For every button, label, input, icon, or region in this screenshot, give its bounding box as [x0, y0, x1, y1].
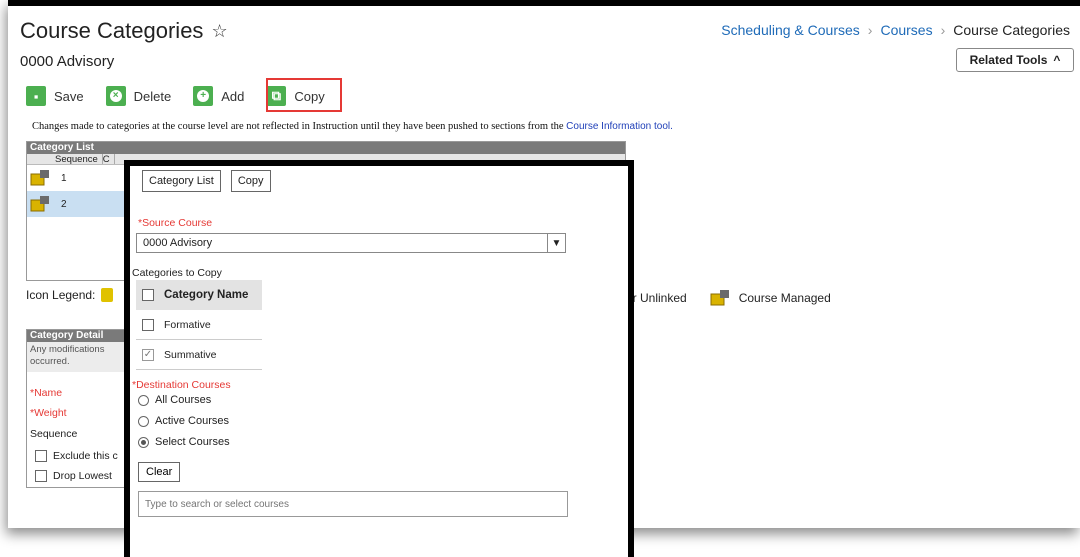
drop-lowest-label: Drop Lowest	[53, 470, 112, 482]
active-courses-radio-row[interactable]: Active Courses	[138, 415, 229, 427]
select-all-checkbox[interactable]	[142, 289, 154, 301]
star-icon[interactable]: ☆	[211, 21, 227, 42]
select-courses-radio-row[interactable]: Select Courses	[138, 436, 230, 448]
categories-header: Category Name	[136, 280, 262, 310]
legend-label: Icon Legend:	[26, 288, 96, 302]
exclude-checkbox-row[interactable]: Exclude this c	[35, 450, 118, 462]
page-title: Course Categories ☆	[20, 18, 228, 44]
category-name-header: Category Name	[164, 289, 249, 301]
delete-icon: ×	[105, 86, 126, 106]
list-item[interactable]: Formative	[136, 310, 262, 340]
destination-courses-label: *Destination Courses	[132, 379, 231, 391]
column-c[interactable]: C	[103, 154, 115, 165]
name-label: *Name	[30, 387, 63, 399]
source-course-label: *Source Course	[138, 217, 213, 229]
select-courses-label: Select Courses	[155, 436, 230, 448]
add-icon: +	[193, 86, 214, 106]
all-courses-label: All Courses	[155, 394, 212, 406]
all-courses-radio[interactable]	[138, 394, 149, 406]
category-detail-title: Category Detail	[27, 330, 135, 342]
breadcrumb-current: Course Categories	[953, 22, 1070, 38]
course-information-link[interactable]: Course Information tool.	[566, 121, 673, 132]
page-subtitle: 0000 Advisory	[20, 53, 115, 70]
delete-button[interactable]: × Delete	[105, 86, 172, 106]
categories-table: Category Name Formative ✓ Summative	[136, 280, 262, 370]
row-sequence: 2	[61, 198, 67, 210]
save-icon: ▪	[26, 86, 46, 106]
list-item[interactable]: ✓ Summative	[136, 340, 262, 370]
summative-checkbox[interactable]: ✓	[142, 348, 154, 361]
clear-button[interactable]: Clear	[138, 462, 181, 482]
legend-course-managed: Course Managed	[738, 291, 831, 305]
icon-legend: Icon Legend:	[26, 288, 114, 302]
category-name: Formative	[164, 318, 211, 331]
category-name: Summative	[164, 348, 217, 361]
formative-checkbox[interactable]	[142, 318, 154, 331]
icon-legend-right: er Unlinked Course Managed	[626, 288, 831, 308]
row-sequence: 1	[61, 172, 67, 184]
chevron-right-icon: ›	[867, 22, 873, 38]
delete-label: Delete	[133, 88, 172, 104]
chevron-down-icon[interactable]: ▼	[547, 234, 565, 252]
modal-tabs: Category List Copy	[142, 170, 271, 192]
copy-highlight-box	[266, 78, 342, 112]
add-button[interactable]: + Add	[193, 86, 244, 106]
chevron-up-icon: ^	[1053, 53, 1061, 67]
copy-modal: Category List Copy *Source Course 0000 A…	[124, 160, 634, 557]
course-search-input[interactable]	[138, 491, 568, 517]
weight-label: *Weight	[30, 407, 67, 419]
related-tools-button[interactable]: Related Tools ^	[956, 48, 1074, 72]
lock-icon	[101, 288, 114, 302]
course-managed-icon	[30, 170, 49, 186]
drop-lowest-checkbox[interactable]	[35, 470, 47, 482]
tab-copy[interactable]: Copy	[230, 170, 271, 192]
all-courses-radio-row[interactable]: All Courses	[138, 394, 211, 406]
page-title-text: Course Categories	[20, 18, 204, 43]
categories-to-copy-label: Categories to Copy	[132, 267, 222, 279]
source-course-select[interactable]: 0000 Advisory ▼	[136, 233, 566, 253]
category-list-title: Category List	[27, 142, 625, 154]
exclude-checkbox[interactable]	[35, 450, 47, 462]
category-detail-description: Any modifications occurred.	[27, 342, 135, 372]
drop-lowest-checkbox-row[interactable]: Drop Lowest	[35, 470, 112, 482]
notice-body: Changes made to categories at the course…	[32, 121, 564, 132]
legend-unlinked: er Unlinked	[626, 291, 687, 305]
save-button[interactable]: ▪ Save	[26, 86, 84, 106]
source-course-value: 0000 Advisory	[143, 237, 213, 249]
chevron-right-icon: ›	[940, 22, 946, 38]
course-managed-icon	[710, 290, 729, 306]
category-detail-panel: Category Detail Any modifications occurr…	[26, 329, 136, 488]
column-sequence[interactable]: Sequence	[55, 154, 103, 165]
active-courses-label: Active Courses	[155, 415, 229, 427]
breadcrumb: Scheduling & Courses › Courses › Course …	[721, 22, 1070, 38]
select-courses-radio[interactable]	[138, 436, 149, 448]
breadcrumb-scheduling[interactable]: Scheduling & Courses	[721, 22, 860, 38]
add-label: Add	[221, 88, 245, 104]
course-managed-icon	[30, 196, 49, 212]
save-label: Save	[54, 88, 84, 104]
sequence-label: Sequence	[30, 428, 78, 440]
active-courses-radio[interactable]	[138, 415, 149, 427]
breadcrumb-courses[interactable]: Courses	[880, 22, 932, 38]
related-tools-label: Related Tools	[969, 53, 1048, 67]
tab-category-list[interactable]: Category List	[142, 170, 221, 192]
notice-text: Changes made to categories at the course…	[32, 121, 673, 132]
exclude-label: Exclude this c	[53, 450, 118, 462]
